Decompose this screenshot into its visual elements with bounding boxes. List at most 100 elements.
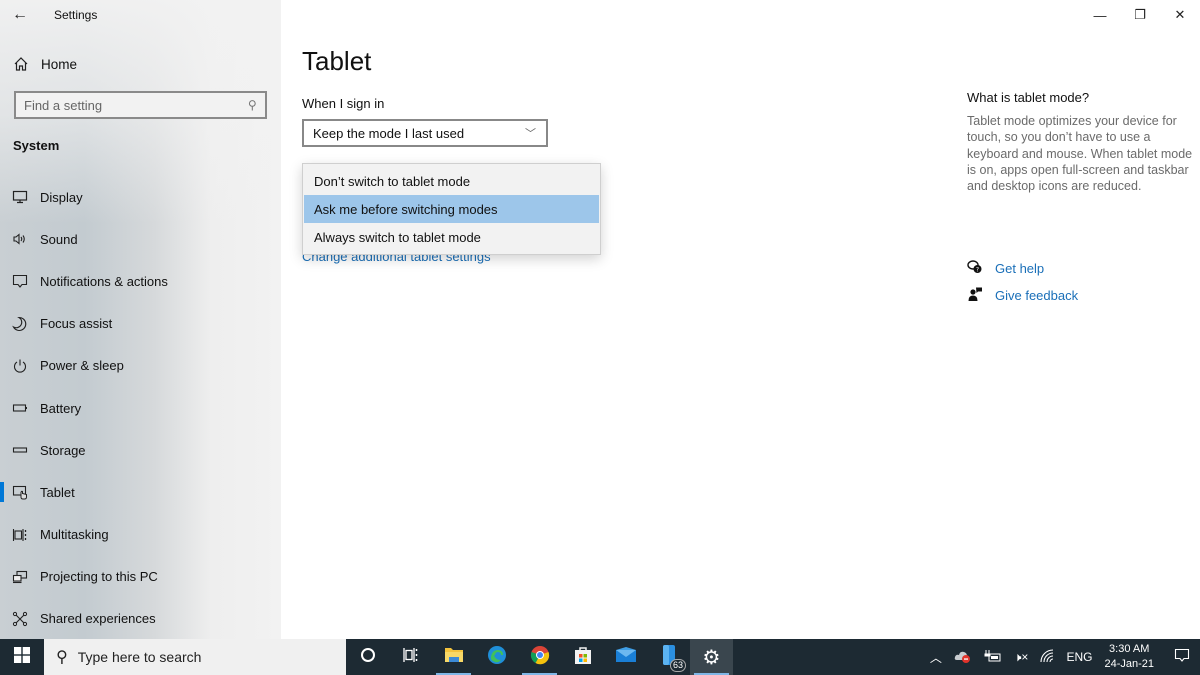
tablet-icon [0, 482, 40, 502]
sidebar-item-shared-experiences[interactable]: Shared experiences [0, 598, 281, 640]
section-title: System [13, 138, 60, 153]
sidebar-item-label: Multitasking [40, 527, 109, 543]
taskbar-settings[interactable]: ⚙ [690, 639, 733, 675]
sidebar-item-label: Notifications & actions [40, 273, 168, 289]
sidebar-item-projecting[interactable]: Projecting to this PC [0, 556, 281, 598]
restore-button[interactable]: ❐ [1120, 0, 1160, 30]
taskbar-your-phone[interactable]: 63 [647, 639, 690, 675]
back-arrow-icon: ← [12, 6, 28, 23]
taskbar-store[interactable] [561, 639, 604, 675]
get-help-link[interactable]: ? Get help [967, 259, 1044, 278]
taskbar-search-placeholder: Type here to search [77, 649, 202, 665]
start-button[interactable] [0, 639, 44, 675]
task-view-icon [402, 647, 419, 668]
sidebar-item-label: Tablet [40, 484, 75, 500]
sidebar-item-power-sleep[interactable]: Power & sleep [0, 345, 281, 387]
minimize-icon: — [1093, 7, 1107, 23]
title-bar: ← Settings [0, 0, 97, 30]
sidebar-item-label: Power & sleep [40, 358, 124, 374]
close-button[interactable]: ✕ [1160, 0, 1200, 30]
multitasking-icon [0, 525, 40, 545]
sidebar-item-label: Display [40, 189, 83, 205]
action-center-button[interactable] [1164, 639, 1200, 675]
help-panel: What is tablet mode? Tablet mode optimiz… [967, 90, 1195, 194]
clock-date: 24-Jan-21 [1104, 658, 1154, 670]
mode-dropdown-list: Don’t switch to tablet mode Ask me befor… [302, 163, 601, 255]
sidebar-item-display[interactable]: Display [0, 176, 281, 218]
task-view-button[interactable] [389, 639, 432, 675]
signin-mode-select[interactable]: Keep the mode I last used ﹀ [302, 119, 548, 147]
home-icon [1, 56, 41, 72]
sidebar-item-sound[interactable]: Sound [0, 218, 281, 260]
taskbar-chrome[interactable] [518, 639, 561, 675]
sidebar-item-label: Focus assist [40, 316, 113, 332]
search-placeholder: Find a setting [24, 97, 103, 113]
windows-logo-icon [14, 646, 30, 668]
dropdown-option-ask-me[interactable]: Ask me before switching modes [304, 195, 599, 223]
storage-icon [0, 440, 40, 460]
app-title: Settings [54, 8, 98, 22]
sidebar-item-label: Shared experiences [40, 611, 156, 627]
signin-mode-value: Keep the mode I last used [313, 125, 465, 141]
mail-icon [615, 646, 637, 668]
back-button[interactable]: ← [0, 0, 40, 30]
settings-gear-icon: ⚙ [702, 646, 721, 669]
page-title: Tablet [302, 46, 372, 76]
wifi-icon[interactable] [1040, 648, 1054, 666]
onedrive-error-icon[interactable] [954, 649, 972, 666]
volume-muted-icon[interactable]: 🕨× [1014, 650, 1029, 665]
show-hidden-icons-chevron-icon[interactable]: ︿ [930, 649, 942, 666]
search-icon: ⚲ [56, 649, 68, 666]
window-controls: — ❐ ✕ [1080, 0, 1200, 30]
sidebar-item-tablet[interactable]: Tablet [0, 471, 281, 513]
input-language[interactable]: ENG [1066, 650, 1092, 664]
phone-notification-badge: 63 [669, 659, 686, 672]
help-question: What is tablet mode? [967, 90, 1090, 105]
sidebar-item-multitasking[interactable]: Multitasking [0, 514, 281, 556]
microsoft-store-icon [573, 645, 593, 670]
give-feedback-link[interactable]: Give feedback [967, 286, 1078, 305]
taskbar-search-box[interactable]: ⚲ Type here to search [44, 639, 346, 675]
sidebar-item-home[interactable]: Home [0, 52, 77, 76]
clock[interactable]: 3:30 AM 24-Jan-21 [1104, 642, 1154, 672]
feedback-icon [967, 286, 995, 305]
get-help-label: Get help [995, 261, 1045, 276]
restore-icon: ❐ [1134, 7, 1146, 22]
file-explorer-icon [444, 646, 464, 669]
sidebar-item-focus-assist[interactable]: Focus assist [0, 303, 281, 345]
sidebar-item-label: Projecting to this PC [40, 569, 158, 585]
battery-icon [0, 398, 40, 418]
notifications-icon [0, 271, 40, 291]
sidebar-item-notifications[interactable]: Notifications & actions [0, 260, 281, 302]
taskbar: ⚲ Type here to search 63 ⚙ ︿ 🕨× ENG 3:30… [0, 639, 1200, 675]
dropdown-option-always-switch[interactable]: Always switch to tablet mode [304, 223, 599, 251]
edge-browser-icon [487, 645, 507, 670]
minimize-button[interactable]: — [1080, 0, 1120, 30]
cortana-circle-icon [360, 647, 376, 668]
moon-icon [0, 314, 40, 334]
sidebar-item-battery[interactable]: Battery [0, 387, 281, 429]
shared-experiences-icon [0, 609, 40, 629]
taskbar-edge[interactable] [475, 639, 518, 675]
system-tray: ︿ 🕨× ENG 3:30 AM 24-Jan-21 [924, 639, 1200, 675]
sidebar-item-label: Battery [40, 400, 82, 416]
dropdown-option-dont-switch[interactable]: Don’t switch to tablet mode [304, 167, 599, 195]
action-center-icon [1174, 647, 1190, 668]
give-feedback-label: Give feedback [995, 288, 1079, 303]
get-help-icon: ? [967, 259, 995, 278]
display-icon [0, 187, 40, 207]
taskbar-file-explorer[interactable] [432, 639, 475, 675]
taskbar-mail[interactable] [604, 639, 647, 675]
sidebar-item-storage[interactable]: Storage [0, 429, 281, 471]
help-description: Tablet mode optimizes your device for to… [967, 114, 1193, 194]
clock-time: 3:30 AM [1109, 643, 1150, 655]
main-content: Tablet When I sign in Keep the mode I la… [281, 0, 1200, 639]
close-icon: ✕ [1174, 7, 1186, 22]
find-setting-input[interactable]: Find a setting ⚲ [14, 91, 267, 119]
chevron-down-icon: ﹀ [525, 128, 536, 140]
battery-charging-icon[interactable] [984, 649, 1002, 665]
signin-label: When I sign in [302, 96, 385, 111]
chrome-browser-icon [530, 645, 550, 670]
cortana-button[interactable] [346, 639, 389, 675]
sidebar-item-label: Sound [40, 231, 78, 247]
